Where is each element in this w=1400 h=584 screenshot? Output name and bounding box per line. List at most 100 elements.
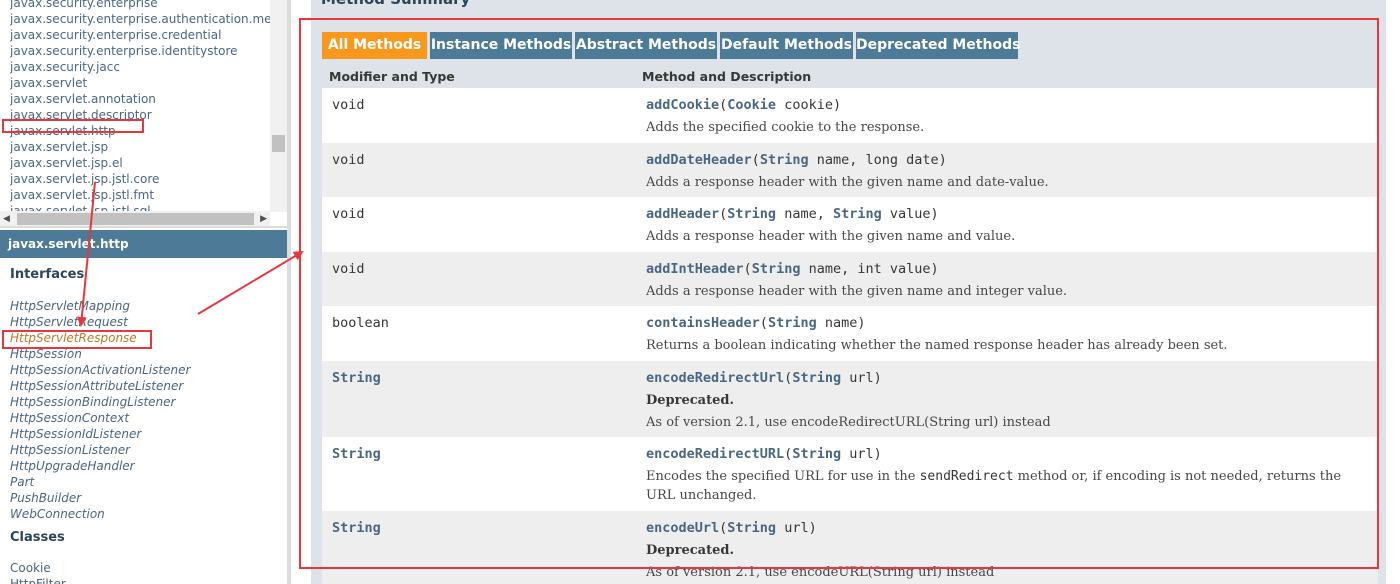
column-header-method: Method and Description: [642, 69, 812, 84]
package-link[interactable]: javax.servlet.jsp.jstl.core: [10, 171, 272, 187]
type-link[interactable]: String: [727, 520, 776, 536]
method-params: (String url): [719, 520, 817, 536]
scrollbar-thumb[interactable]: [272, 135, 285, 152]
method-link[interactable]: addHeader: [646, 206, 719, 222]
package-link[interactable]: javax.servlet.descriptor: [10, 107, 272, 123]
table-row: boolean containsHeader(String name) Retu…: [322, 306, 1378, 361]
type-link[interactable]: Cookie: [727, 97, 776, 113]
package-link[interactable]: javax.security.enterprise.identitystore: [10, 43, 272, 59]
method-signature: addIntHeader(String name, int value): [646, 261, 939, 277]
method-params: (String name, long date): [751, 152, 947, 168]
package-link[interactable]: javax.servlet.annotation: [10, 91, 272, 107]
method-link[interactable]: containsHeader: [646, 315, 760, 331]
method-description: Adds a response header with the given na…: [646, 175, 1049, 190]
package-link-servlet-http[interactable]: javax.servlet.http: [10, 123, 272, 139]
tab-instance-methods[interactable]: Instance Methods: [430, 32, 572, 59]
deprecated-label: Deprecated.: [646, 541, 1366, 560]
package-link[interactable]: javax.servlet.jsp: [10, 139, 272, 155]
code-snippet: sendRedirect: [919, 469, 1014, 484]
interface-link[interactable]: HttpSessionIdListener: [10, 426, 190, 442]
table-row: void addCookie(Cookie cookie) Adds the s…: [322, 88, 1378, 143]
gutter: [291, 0, 311, 584]
method-link[interactable]: addIntHeader: [646, 261, 744, 277]
table-header: Modifier and Type Method and Description: [322, 61, 1378, 88]
class-link[interactable]: Cookie: [10, 560, 66, 576]
return-type-link[interactable]: String: [332, 446, 381, 462]
type-link[interactable]: String: [768, 315, 817, 331]
interface-link[interactable]: HttpSessionBindingListener: [10, 394, 190, 410]
method-params: (String name, String value): [719, 206, 939, 222]
method-description: Adds a response header with the given na…: [646, 229, 1016, 244]
type-link[interactable]: String: [727, 206, 776, 222]
class-link[interactable]: HttpFilter: [10, 576, 66, 584]
package-title-bar: javax.servlet.http: [0, 230, 287, 258]
interface-link-http-servlet-response[interactable]: HttpServletResponse: [10, 330, 190, 346]
method-signature: containsHeader(String name): [646, 315, 866, 331]
method-params: (String url): [784, 370, 882, 386]
column-header-modifier: Modifier and Type: [329, 69, 455, 84]
table-row: String encodeRedirectUrl(String url) Dep…: [322, 361, 1378, 437]
method-link[interactable]: encodeUrl: [646, 520, 719, 536]
return-type-link[interactable]: String: [332, 520, 381, 536]
interface-link[interactable]: HttpServletMapping: [10, 298, 190, 314]
scroll-left-icon[interactable]: ◀: [3, 214, 10, 224]
tab-abstract-methods[interactable]: Abstract Methods: [575, 32, 717, 59]
interface-link[interactable]: HttpSessionListener: [10, 442, 190, 458]
method-link[interactable]: encodeRedirectURL: [646, 446, 784, 462]
scrollbar-thumb[interactable]: [17, 213, 254, 225]
method-summary-title: Method Summary: [321, 0, 470, 8]
deprecated-label: Deprecated.: [646, 391, 1366, 410]
frame-divider[interactable]: [0, 226, 287, 228]
package-link[interactable]: javax.servlet.jsp.jstl.fmt: [10, 187, 272, 203]
method-tabs: All Methods Instance Methods Abstract Me…: [322, 32, 1020, 59]
description-text: Encodes the specified URL for use in the: [646, 469, 920, 484]
type-link[interactable]: String: [792, 370, 841, 386]
type-link[interactable]: String: [760, 152, 809, 168]
tab-deprecated-methods[interactable]: Deprecated Methods: [856, 32, 1020, 59]
interface-link[interactable]: HttpSession: [10, 346, 190, 362]
class-documentation: Method Summary All Methods Instance Meth…: [311, 0, 1400, 584]
table-row: void addIntHeader(String name, int value…: [322, 252, 1378, 306]
vertical-scrollbar[interactable]: [270, 0, 287, 212]
interface-link[interactable]: HttpSessionActivationListener: [10, 362, 190, 378]
scroll-right-icon[interactable]: ▶: [260, 214, 267, 224]
return-type: void: [332, 152, 365, 168]
deprecated-text: Deprecated.: [646, 393, 734, 408]
method-params: (String url): [784, 446, 882, 462]
classes-heading: Classes: [10, 530, 65, 545]
package-link[interactable]: javax.security.enterprise: [10, 0, 272, 11]
interface-link[interactable]: WebConnection: [10, 506, 190, 522]
package-link[interactable]: javax.servlet: [10, 75, 272, 91]
tab-default-methods[interactable]: Default Methods: [720, 32, 853, 59]
interface-link[interactable]: HttpUpgradeHandler: [10, 458, 190, 474]
deprecated-text: Deprecated.: [646, 543, 734, 558]
package-link[interactable]: javax.servlet.jsp.el: [10, 155, 272, 171]
interface-link[interactable]: Part: [10, 474, 190, 490]
class-list-frame: javax.servlet.http Interfaces HttpServle…: [0, 230, 287, 584]
return-type: void: [332, 206, 365, 222]
table-row: void addDateHeader(String name, long dat…: [322, 143, 1378, 197]
tab-all-methods[interactable]: All Methods: [322, 32, 427, 59]
method-description: Encodes the specified URL for use in the…: [646, 467, 1366, 505]
return-type-link[interactable]: String: [332, 370, 381, 386]
type-link[interactable]: String: [752, 261, 801, 277]
method-link[interactable]: addDateHeader: [646, 152, 752, 168]
return-type: void: [332, 97, 365, 113]
package-link[interactable]: javax.security.enterprise.credential: [10, 27, 272, 43]
type-link[interactable]: String: [833, 206, 882, 222]
interface-link[interactable]: HttpSessionContext: [10, 410, 190, 426]
method-link[interactable]: addCookie: [646, 97, 719, 113]
method-link[interactable]: encodeRedirectUrl: [646, 370, 784, 386]
interface-link[interactable]: PushBuilder: [10, 490, 190, 506]
method-params: (String name): [759, 315, 866, 331]
package-link[interactable]: javax.security.jacc: [10, 59, 272, 75]
type-link[interactable]: String: [792, 446, 841, 462]
method-description: As of version 2.1, use encodeURL(String …: [646, 565, 995, 580]
method-description: Returns a boolean indicating whether the…: [646, 338, 1228, 353]
method-signature: encodeRedirectUrl(String url): [646, 370, 882, 386]
method-description: Adds the specified cookie to the respons…: [646, 120, 925, 135]
interface-link[interactable]: HttpSessionAttributeListener: [10, 378, 190, 394]
interface-link[interactable]: HttpServletRequest: [10, 314, 190, 330]
method-params: (String name, int value): [743, 261, 939, 277]
package-link[interactable]: javax.security.enterprise.authentication…: [10, 11, 272, 27]
